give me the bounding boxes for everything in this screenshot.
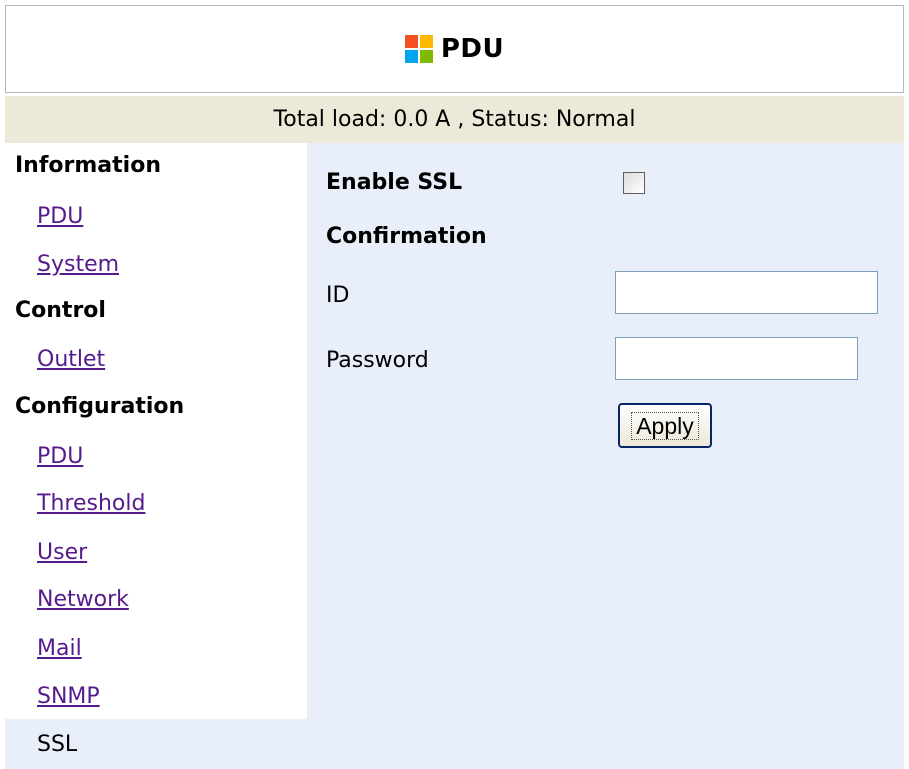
- page-title: PDU: [440, 34, 505, 64]
- windows-logo-icon: [404, 35, 433, 63]
- ssl-config-panel: Enable SSL Confirmation ID Password Appl…: [307, 143, 904, 769]
- apply-button-label: Apply: [631, 411, 699, 440]
- sidebar-item-user[interactable]: User: [37, 540, 87, 565]
- sidebar-item-threshold[interactable]: Threshold: [37, 491, 145, 516]
- page-header: PDU: [5, 5, 904, 93]
- sidebar-section-control: Control: [15, 298, 106, 323]
- enable-ssl-label: Enable SSL: [326, 170, 463, 195]
- status-text: Total load: 0.0 A , Status: Normal: [273, 107, 636, 132]
- logo-blue-square: [404, 50, 418, 63]
- sidebar-item-config-pdu[interactable]: PDU: [37, 444, 83, 469]
- logo-red-square: [404, 35, 418, 48]
- enable-ssl-checkbox[interactable]: [623, 172, 645, 194]
- sidebar-item-mail[interactable]: Mail: [37, 636, 82, 661]
- sidebar-section-information: Information: [15, 153, 161, 178]
- logo-yellow-square: [419, 35, 433, 48]
- password-label: Password: [326, 348, 429, 373]
- sidebar-item-snmp[interactable]: SNMP: [37, 684, 100, 709]
- sidebar-item-system[interactable]: System: [37, 252, 119, 277]
- password-input[interactable]: [615, 337, 858, 380]
- sidebar-item-ssl[interactable]: SSL: [5, 719, 307, 769]
- sidebar-item-network[interactable]: Network: [37, 587, 129, 612]
- confirmation-heading: Confirmation: [326, 224, 487, 249]
- logo-green-square: [419, 50, 433, 63]
- status-bar: Total load: 0.0 A , Status: Normal: [5, 96, 904, 143]
- id-label: ID: [326, 283, 350, 308]
- sidebar-item-outlet[interactable]: Outlet: [37, 347, 105, 372]
- sidebar-item-ssl-label: SSL: [37, 731, 78, 757]
- apply-button[interactable]: Apply: [618, 403, 712, 448]
- id-input[interactable]: [615, 271, 878, 314]
- sidebar-section-configuration: Configuration: [15, 394, 185, 419]
- logo: PDU: [404, 34, 505, 64]
- pdu-web-page: PDU Total load: 0.0 A , Status: Normal I…: [0, 0, 909, 769]
- sidebar-item-info-pdu[interactable]: PDU: [37, 204, 83, 229]
- sidebar: Information PDU System Control Outlet Co…: [5, 143, 307, 769]
